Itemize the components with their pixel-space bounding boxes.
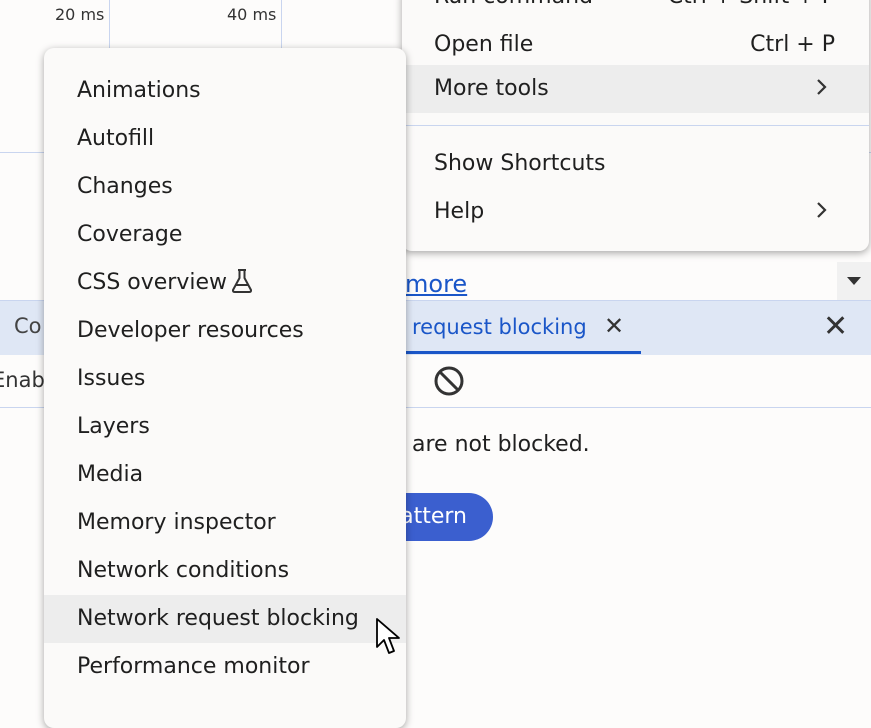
learn-more-link[interactable]: more <box>405 270 467 298</box>
menu-item-label: Show Shortcuts <box>434 151 606 176</box>
submenu-item-label: Animations <box>77 78 201 103</box>
menu-item-shortcut: Ctrl + Shift + P <box>668 0 835 9</box>
submenu-item-label: Autofill <box>77 126 155 151</box>
submenu-item-label: CSS overview <box>77 270 228 295</box>
mouse-cursor-icon <box>376 618 400 654</box>
tab-close-icon[interactable]: ✕ <box>604 312 624 340</box>
submenu-item-layers[interactable]: Layers <box>44 403 406 451</box>
submenu-item-label: Layers <box>77 414 150 439</box>
submenu-item-label: Issues <box>77 366 146 391</box>
more-tools-submenu: Animations Autofill Changes Coverage CSS… <box>44 48 406 728</box>
menu-item-more-tools[interactable]: More tools <box>402 65 869 113</box>
submenu-item-label: Memory inspector <box>77 510 276 535</box>
submenu-item-label: Network request blocking <box>77 606 359 631</box>
active-tab-indicator <box>405 351 641 354</box>
tab-console[interactable]: Co <box>14 314 42 338</box>
submenu-item-network-request-blocking[interactable]: Network request blocking <box>44 595 406 643</box>
submenu-item-changes[interactable]: Changes <box>44 163 406 211</box>
enable-blocking-label[interactable]: Enab <box>0 368 45 392</box>
menu-item-show-shortcuts[interactable]: Show Shortcuts <box>402 140 869 188</box>
submenu-item-developer-resources[interactable]: Developer resources <box>44 307 406 355</box>
drawer-close-icon[interactable]: ✕ <box>823 309 848 344</box>
submenu-item-issues[interactable]: Issues <box>44 355 406 403</box>
submenu-item-label: Coverage <box>77 222 183 247</box>
menu-item-label: More tools <box>434 76 549 101</box>
submenu-item-network-conditions[interactable]: Network conditions <box>44 547 406 595</box>
submenu-item-performance-monitor[interactable]: Performance monitor <box>44 643 406 691</box>
submenu-item-label: Media <box>77 462 144 487</box>
submenu-item-css-overview[interactable]: CSS overview <box>44 259 406 307</box>
chevron-right-icon <box>817 79 827 95</box>
timeline-tick-20ms: 20 ms <box>55 5 105 24</box>
menu-separator <box>402 125 869 126</box>
flask-icon <box>231 269 253 293</box>
block-icon[interactable] <box>433 365 465 397</box>
status-text: are not blocked. <box>412 432 590 457</box>
submenu-item-label: Developer resources <box>77 318 304 343</box>
menu-item-label: Open file <box>434 32 534 57</box>
submenu-item-coverage[interactable]: Coverage <box>44 211 406 259</box>
menu-item-run-command[interactable]: Run command Ctrl + Shift + P <box>402 0 869 21</box>
menu-item-shortcut: Ctrl + P <box>750 32 835 57</box>
submenu-item-media[interactable]: Media <box>44 451 406 499</box>
submenu-item-animations[interactable]: Animations <box>44 67 406 115</box>
submenu-item-autofill[interactable]: Autofill <box>44 115 406 163</box>
submenu-item-label: Network conditions <box>77 558 290 583</box>
menu-item-label: Help <box>434 199 485 224</box>
menu-item-open-file[interactable]: Open file Ctrl + P <box>402 21 869 69</box>
chevron-right-icon <box>817 202 827 218</box>
menu-item-label: Run command <box>434 0 593 9</box>
submenu-item-memory-inspector[interactable]: Memory inspector <box>44 499 406 547</box>
scroll-down-arrow-icon[interactable] <box>837 262 871 300</box>
tab-network-request-blocking[interactable]: request blocking <box>412 315 587 339</box>
timeline-tick-40ms: 40 ms <box>227 5 277 24</box>
submenu-item-label: Performance monitor <box>77 654 310 679</box>
main-menu: Run command Ctrl + Shift + P Open file C… <box>402 0 869 251</box>
menu-item-help[interactable]: Help <box>402 188 869 236</box>
submenu-item-label: Changes <box>77 174 173 199</box>
